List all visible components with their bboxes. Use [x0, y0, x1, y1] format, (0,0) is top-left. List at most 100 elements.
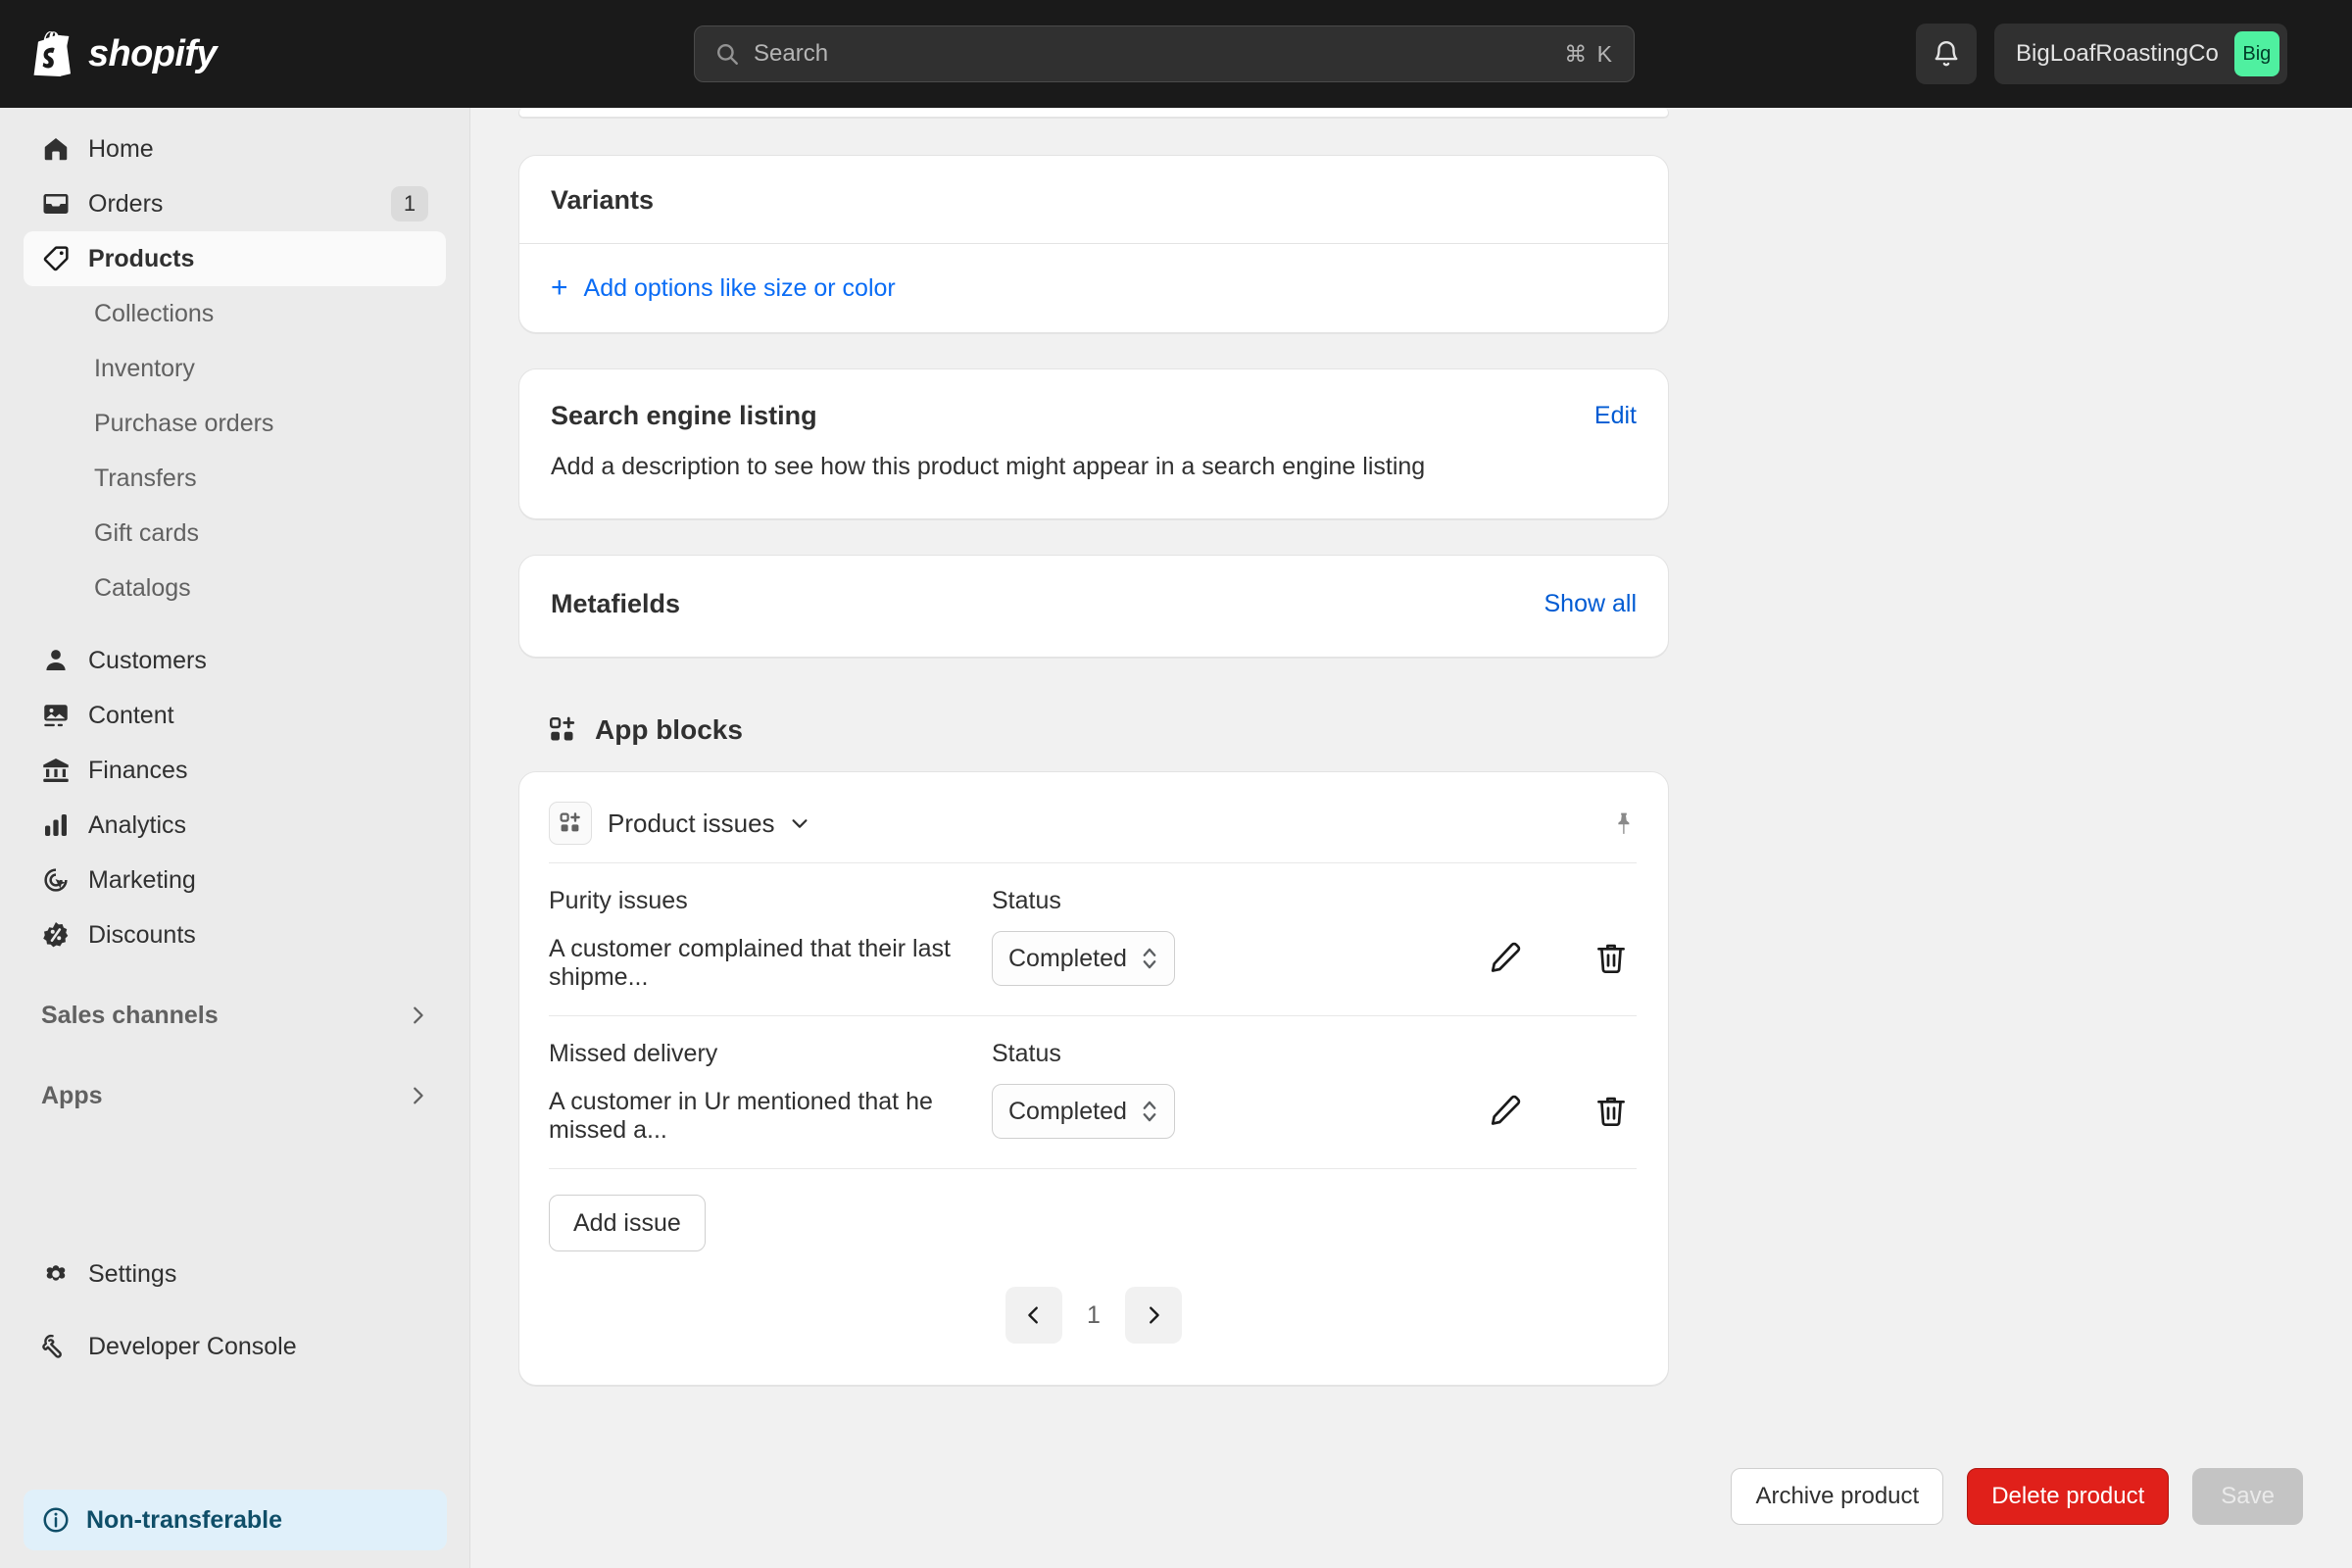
issue-row-actions: [1480, 1040, 1637, 1136]
edit-issue-button[interactable]: [1480, 932, 1531, 983]
sidebar-item-label: Finances: [88, 757, 187, 785]
pagination-page-number: 1: [1080, 1301, 1107, 1330]
notifications-button[interactable]: [1916, 24, 1977, 84]
app-block-name[interactable]: Product issues: [608, 808, 775, 839]
shopify-bag-logo-icon: [33, 31, 74, 76]
pagination: 1: [519, 1251, 1668, 1385]
sidebar-item-label: Customers: [88, 647, 207, 675]
sidebar-item-content[interactable]: Content: [24, 688, 446, 743]
status-badge: Non-transferable: [24, 1490, 447, 1550]
table-row: Purity issues A customer complained that…: [549, 862, 1637, 1015]
search-bar[interactable]: Search ⌘ K: [694, 25, 1635, 82]
sidebar-item-developer-console[interactable]: Developer Console: [24, 1319, 446, 1374]
metafields-show-all-link[interactable]: Show all: [1544, 590, 1638, 618]
seo-body-text: Add a description to see how this produc…: [551, 453, 1637, 481]
issue-description: A customer in Ur mentioned that he misse…: [549, 1088, 970, 1145]
content-column: Variants + Add options like size or colo…: [518, 108, 1669, 1386]
search-engine-listing-card: Search engine listing Edit Add a descrip…: [518, 368, 1669, 519]
analytics-bars-icon: [41, 810, 71, 840]
finances-bank-icon: [41, 756, 71, 785]
pin-icon[interactable]: [1611, 808, 1637, 838]
main-content: Variants + Add options like size or colo…: [471, 108, 2352, 1568]
sidebar-item-marketing[interactable]: Marketing: [24, 853, 446, 907]
marketing-target-icon: [41, 865, 71, 895]
sidebar-item-products[interactable]: Products: [24, 231, 446, 286]
sidebar-item-label: Gift cards: [94, 519, 199, 548]
add-options-button[interactable]: + Add options like size or color: [519, 244, 1668, 332]
home-icon: [41, 134, 71, 164]
issue-status-group: Status Completed: [992, 1040, 1188, 1139]
metafields-title: Metafields: [551, 589, 680, 619]
store-switcher[interactable]: BigLoafRoastingCo Big: [1994, 24, 2287, 84]
sidebar-item-label: Home: [88, 135, 154, 164]
sidebar-item-label: Discounts: [88, 921, 196, 950]
discounts-badge-icon: [41, 920, 71, 950]
issue-title: Purity issues: [549, 887, 970, 915]
app-blocks-grid-plus-icon: [548, 715, 577, 745]
delete-issue-button[interactable]: [1586, 1085, 1637, 1136]
sidebar-item-label: Transfers: [94, 465, 197, 493]
issue-title: Missed delivery: [549, 1040, 970, 1068]
pagination-next-button[interactable]: [1125, 1287, 1182, 1344]
sidebar-item-purchase-orders[interactable]: Purchase orders: [24, 396, 446, 451]
app-blocks-section-header: App blocks: [548, 714, 1669, 746]
sidebar-item-orders[interactable]: Orders 1: [24, 176, 446, 231]
sidebar-item-catalogs[interactable]: Catalogs: [24, 561, 446, 615]
sidebar-section-label: Sales channels: [41, 1002, 219, 1030]
issue-row-actions: [1480, 887, 1637, 983]
status-badge-label: Non-transferable: [86, 1506, 282, 1535]
search-input[interactable]: Search: [754, 40, 1564, 68]
sidebar-item-label: Developer Console: [88, 1333, 297, 1361]
top-bar: shopify Search ⌘ K BigLoafRoastingCo Big: [0, 0, 2352, 108]
sidebar-item-gift-cards[interactable]: Gift cards: [24, 506, 446, 561]
sidebar-item-label: Collections: [94, 300, 214, 328]
sidebar-item-customers[interactable]: Customers: [24, 633, 446, 688]
trash-icon: [1593, 1093, 1629, 1128]
sidebar-item-transfers[interactable]: Transfers: [24, 451, 446, 506]
shopify-logo[interactable]: shopify: [33, 31, 217, 76]
trash-icon: [1593, 940, 1629, 975]
chevron-left-icon: [1023, 1304, 1045, 1326]
app-blocks-title: App blocks: [595, 714, 743, 746]
bell-icon: [1932, 39, 1961, 69]
sidebar-item-label: Marketing: [88, 866, 196, 895]
delete-issue-button[interactable]: [1586, 932, 1637, 983]
status-label: Status: [992, 1040, 1188, 1068]
status-select-value: Completed: [1008, 1098, 1127, 1126]
chevron-down-icon[interactable]: [789, 812, 810, 834]
product-issues-block-header: Product issues: [519, 772, 1668, 862]
archive-product-button[interactable]: Archive product: [1731, 1468, 1943, 1525]
edit-issue-button[interactable]: [1480, 1085, 1531, 1136]
seo-edit-link[interactable]: Edit: [1594, 402, 1637, 430]
issue-description: A customer complained that their last sh…: [549, 935, 970, 992]
status-select[interactable]: Completed: [992, 1084, 1175, 1139]
sidebar-item-label: Content: [88, 702, 174, 730]
sidebar-item-settings[interactable]: Settings: [24, 1247, 446, 1301]
sidebar-section-sales-channels[interactable]: Sales channels: [24, 988, 446, 1043]
sidebar-item-label: Catalogs: [94, 574, 191, 603]
sidebar-item-finances[interactable]: Finances: [24, 743, 446, 798]
chevron-right-icon: [407, 1085, 428, 1106]
orders-count-badge: 1: [391, 186, 428, 221]
plus-icon: +: [551, 273, 568, 303]
save-button: Save: [2192, 1468, 2303, 1525]
sidebar-item-collections[interactable]: Collections: [24, 286, 446, 341]
sidebar-item-discounts[interactable]: Discounts: [24, 907, 446, 962]
status-select-value: Completed: [1008, 945, 1127, 973]
sidebar-item-home[interactable]: Home: [24, 122, 446, 176]
info-circle-icon: [41, 1505, 71, 1535]
sidebar-item-inventory[interactable]: Inventory: [24, 341, 446, 396]
issue-status-group: Status Completed: [992, 887, 1188, 986]
add-issue-button[interactable]: Add issue: [549, 1195, 706, 1251]
sidebar-item-analytics[interactable]: Analytics: [24, 798, 446, 853]
variants-card: Variants + Add options like size or colo…: [518, 155, 1669, 333]
sidebar-section-apps[interactable]: Apps: [24, 1068, 446, 1123]
sidebar: Home Orders 1 Products Collections Inven…: [0, 108, 470, 1568]
content-image-icon: [41, 701, 71, 730]
variants-title: Variants: [551, 185, 1637, 216]
sidebar-item-label: Orders: [88, 190, 163, 219]
status-select[interactable]: Completed: [992, 931, 1175, 986]
delete-product-button[interactable]: Delete product: [1967, 1468, 2169, 1525]
table-row: Missed delivery A customer in Ur mention…: [549, 1015, 1637, 1168]
pagination-prev-button[interactable]: [1005, 1287, 1062, 1344]
